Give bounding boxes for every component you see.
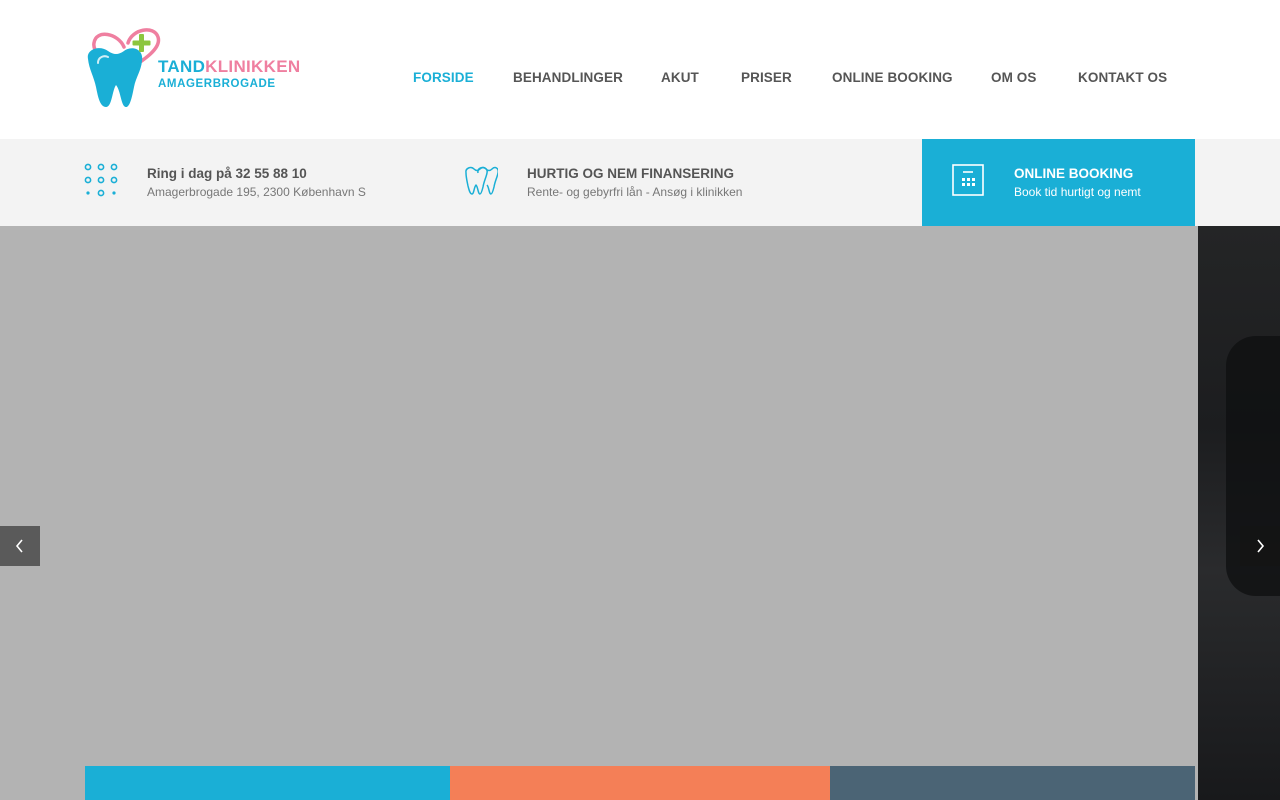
feature-box-1[interactable] [85,766,450,800]
teeth-icon [465,166,498,195]
booking-title: ONLINE BOOKING [1014,166,1134,181]
chevron-right-icon [1257,539,1265,553]
finance-title: HURTIG OG NEM FINANSERING [527,166,735,181]
site-header: TANDKLINIKKEN AMAGERBROGADE FORSIDE BEHA… [0,0,1280,139]
online-booking-box[interactable]: ONLINE BOOKING Book tid hurtigt og nemt [922,139,1195,226]
phone-info[interactable]: Ring i dag på 32 55 88 10 Amagerbrogade … [0,139,440,226]
finance-subtitle: Rente- og gebyrfri lån - Ansøg i klinikk… [527,185,743,199]
calendar-icon [952,164,984,196]
nav-item-akut[interactable]: AKUT [661,70,699,85]
nav-item-priser[interactable]: PRISER [741,70,792,85]
nav-item-om-os[interactable]: OM OS [991,70,1037,85]
feature-box-3[interactable] [830,766,1195,800]
booking-subtitle: Book tid hurtigt og nemt [1014,185,1141,199]
finance-info[interactable]: HURTIG OG NEM FINANSERING Rente- og geby… [460,139,900,226]
nav-item-kontakt-os[interactable]: KONTAKT OS [1078,70,1167,85]
slider-next-button[interactable] [1240,526,1280,566]
nav-item-behandlinger[interactable]: BEHANDLINGER [513,70,623,85]
feature-box-2[interactable] [450,766,830,800]
chevron-left-icon [15,539,23,553]
nav-item-online-booking[interactable]: ONLINE BOOKING [832,70,953,85]
main-nav: FORSIDE BEHANDLINGER AKUT PRISER ONLINE … [0,70,1280,90]
tooth-heart-logo-icon [87,28,161,107]
phone-title: Ring i dag på 32 55 88 10 [147,166,307,181]
nav-item-forside[interactable]: FORSIDE [413,70,474,85]
hero-slider [0,226,1280,800]
site-logo[interactable]: TANDKLINIKKEN AMAGERBROGADE [84,25,304,109]
address-text: Amagerbrogade 195, 2300 København S [147,185,366,199]
slider-prev-button[interactable] [0,526,40,566]
dial-pad-icon [84,163,118,197]
